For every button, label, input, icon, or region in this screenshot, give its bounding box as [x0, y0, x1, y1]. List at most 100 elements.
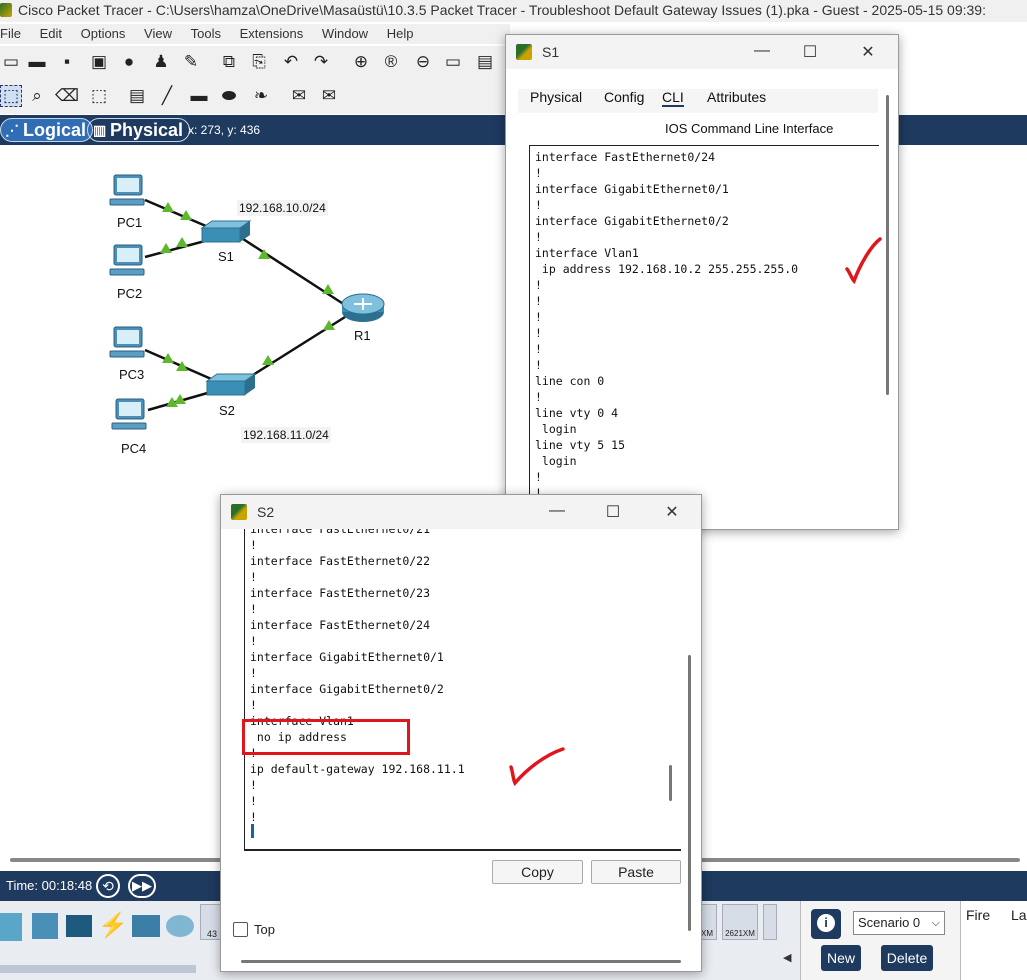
zoom-reset-icon[interactable]: ® [380, 51, 402, 73]
copy-icon[interactable]: ⧉ [218, 51, 240, 73]
menu-edit[interactable]: Edit [40, 24, 62, 44]
activity-icon[interactable]: ✎ [180, 51, 202, 73]
menu-file[interactable]: File [0, 24, 21, 44]
connections-icon[interactable]: ⚡ [98, 911, 128, 940]
s2-terminal-scrollbar[interactable] [669, 765, 672, 801]
menu-options[interactable]: Options [81, 24, 126, 44]
close-icon[interactable]: ✕ [662, 502, 682, 522]
new-scenario-button[interactable]: New [821, 945, 861, 971]
pc3-device-icon[interactable] [108, 325, 148, 361]
pc3-label: PC3 [119, 367, 145, 382]
pc4-device-icon[interactable] [110, 397, 150, 433]
s1-switch-icon[interactable] [198, 220, 252, 246]
delete-scenario-button[interactable]: Delete [881, 945, 933, 971]
cli-line: ! [250, 570, 257, 584]
s1-cli-terminal[interactable]: interface FastEthernet0/24! interface Gig… [529, 145, 879, 519]
s2-cli-terminal[interactable]: interface FastEthernet0/21! interface Fas… [244, 529, 681, 851]
s2-window-scrollbar[interactable] [688, 655, 691, 931]
open-icon[interactable]: ▬ [26, 51, 48, 73]
line-icon[interactable]: ╱ [156, 85, 178, 107]
close-icon[interactable]: ✕ [858, 42, 878, 62]
device-partial[interactable] [763, 904, 777, 940]
network-devices-icon[interactable] [0, 913, 22, 941]
s2-window-titlebar[interactable]: S2 — ☐ ✕ [221, 495, 701, 529]
tab-physical[interactable]: Physical [530, 89, 582, 105]
device-2621xm[interactable]: 2621XM [722, 904, 758, 940]
add-pdu-icon[interactable]: ✉ [288, 85, 310, 107]
ellipse-icon[interactable]: ⬬ [218, 85, 240, 107]
s2-horizontal-scrollbar[interactable] [241, 960, 681, 963]
r1-label: R1 [354, 328, 371, 343]
undo-icon[interactable]: ↶ [280, 51, 302, 73]
network-label-11: 192.168.11.0/24 [241, 427, 331, 443]
resize-icon[interactable]: ⬚ [88, 85, 110, 107]
multiuser-icon[interactable] [166, 915, 194, 937]
note-icon[interactable]: ▤ [126, 85, 148, 107]
tab-config[interactable]: Config [604, 89, 644, 105]
s1-vertical-scrollbar[interactable] [886, 95, 889, 395]
physical-view-tab[interactable]: ▥ Physical [87, 118, 191, 142]
wizard-icon[interactable]: ♟ [150, 51, 172, 73]
drawing-palette-icon[interactable]: ▭ [442, 51, 464, 73]
select-icon[interactable]: ⬚ [0, 85, 22, 107]
pc1-device-icon[interactable] [108, 173, 148, 209]
maximize-icon[interactable]: ☐ [603, 502, 623, 522]
file-icon[interactable]: ▭ [0, 51, 22, 73]
menu-bar: File Edit Options View Tools Extensions … [0, 24, 510, 44]
save-icon[interactable]: ▪ [56, 51, 78, 73]
s2-label: S2 [219, 403, 235, 418]
fast-forward-icon[interactable]: ▶▶ [128, 874, 156, 898]
custom-device-icon[interactable]: ▤ [474, 51, 496, 73]
cli-line: line vty 0 4 [535, 406, 619, 420]
s2-switch-icon[interactable] [203, 373, 257, 399]
cursor-coordinates: x: 273, y: 436 [188, 123, 261, 137]
device-panel-scrollbar[interactable] [0, 965, 196, 973]
link-status-up [162, 353, 174, 363]
r1-router-icon[interactable] [340, 292, 388, 324]
menu-tools[interactable]: Tools [191, 24, 221, 44]
end-devices-icon[interactable] [32, 913, 58, 939]
cli-line: interface GigabitEthernet0/2 [250, 682, 444, 696]
zoom-in-icon[interactable]: ⊕ [350, 51, 372, 73]
miscellaneous-icon[interactable] [132, 915, 160, 937]
pc2-device-icon[interactable] [108, 243, 148, 279]
cli-cursor [251, 824, 254, 838]
inspect-icon[interactable]: ⌕ [26, 85, 48, 107]
scroll-left-icon[interactable]: ◀ [783, 951, 791, 964]
copy-button[interactable]: Copy [492, 860, 583, 884]
components-icon[interactable] [66, 915, 92, 937]
tab-cli[interactable]: CLI [662, 89, 684, 107]
top-checkbox[interactable] [233, 922, 248, 937]
maximize-icon[interactable]: ☐ [800, 42, 820, 62]
pdu-last-status-header: Las [1011, 907, 1027, 923]
cli-line: interface FastEthernet0/23 [250, 586, 431, 600]
cli-line: ! [250, 538, 257, 552]
info-icon[interactable]: ● [118, 51, 140, 73]
minimize-icon[interactable]: — [547, 502, 567, 520]
zoom-out-icon[interactable]: ⊖ [412, 51, 434, 73]
freeform-icon[interactable]: ❧ [250, 85, 272, 107]
add-complex-pdu-icon[interactable]: ✉ [318, 85, 340, 107]
s1-window-titlebar[interactable]: S1 — ☐ ✕ [506, 35, 898, 69]
paste-icon[interactable]: ⎘ [248, 51, 270, 73]
print-icon[interactable]: ▣ [88, 51, 110, 73]
menu-view[interactable]: View [144, 24, 172, 44]
menu-help[interactable]: Help [387, 24, 414, 44]
cli-line: ! [250, 810, 257, 824]
paste-button[interactable]: Paste [591, 860, 681, 884]
redo-icon[interactable]: ↷ [310, 51, 332, 73]
red-checkmark-annotation [509, 747, 565, 787]
info-button[interactable]: i [811, 909, 841, 939]
menu-extensions[interactable]: Extensions [240, 24, 304, 44]
power-cycle-icon[interactable]: ⟲ [96, 874, 120, 898]
menu-window[interactable]: Window [322, 24, 368, 44]
delete-icon[interactable]: ⌫ [55, 85, 79, 107]
tab-attributes[interactable]: Attributes [707, 89, 766, 105]
cli-line: ! [535, 230, 542, 244]
cli-line: ! [535, 326, 542, 340]
cli-line: line con 0 [535, 374, 605, 388]
minimize-icon[interactable]: — [752, 42, 772, 60]
rectangle-icon[interactable]: ▬ [188, 85, 210, 107]
scenario-select[interactable]: Scenario 0 ⌵ [853, 911, 945, 935]
logical-view-tab[interactable]: ⋰ Logical [0, 118, 94, 142]
